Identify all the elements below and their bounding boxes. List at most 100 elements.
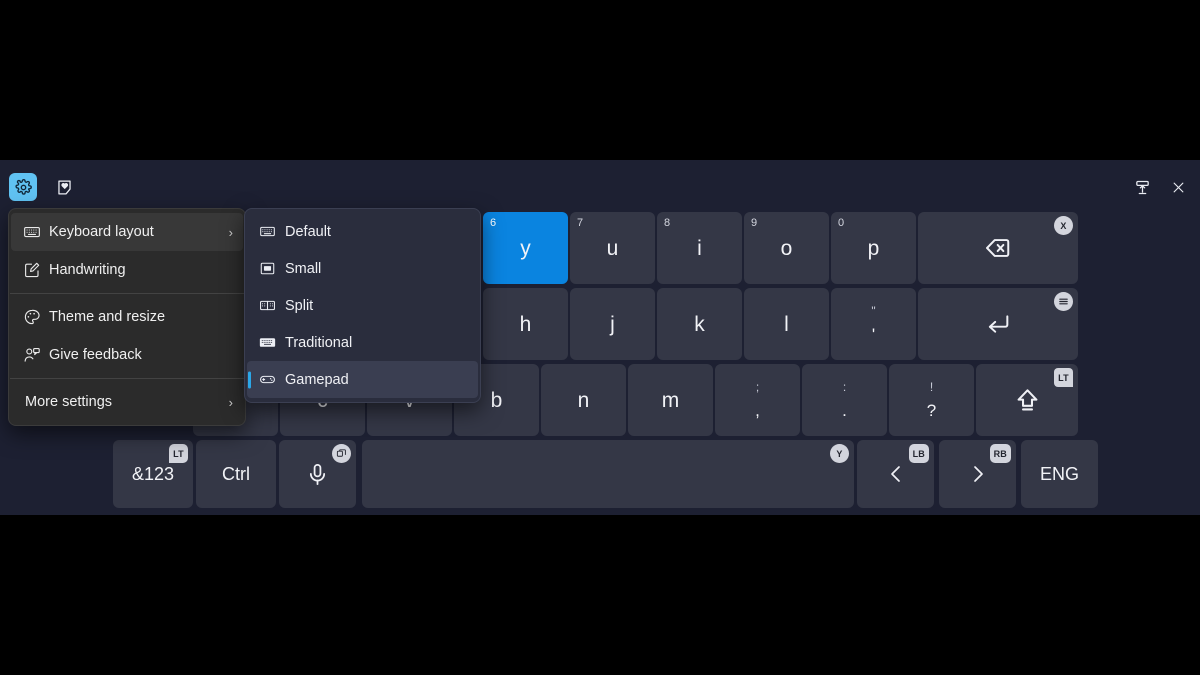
gamepad-hint-badge-menu (1054, 292, 1073, 311)
gamepad-hint-badge-x: X (1054, 216, 1073, 235)
key-label: y (520, 236, 531, 260)
key-number-label: 8 (664, 217, 671, 229)
key-label: &123 (131, 464, 175, 484)
key-h[interactable]: h (483, 288, 568, 360)
menu-separator (10, 378, 244, 379)
key-n[interactable]: n (541, 364, 626, 436)
key-label: i (697, 236, 702, 260)
keyboard-traditional-icon (259, 334, 285, 351)
key-number-label: 9 (751, 217, 758, 229)
key-label: b (490, 388, 503, 412)
key-primary-label: . (842, 401, 847, 420)
gamepad-hint-badge-lb: LB (908, 444, 929, 463)
menu-item-label: Theme and resize (49, 309, 166, 325)
key-eng[interactable]: ENG (1021, 440, 1098, 508)
key-colon[interactable]: :. (802, 364, 887, 436)
key-secondary-label: ; (755, 380, 760, 394)
key-label: ENG (1039, 464, 1079, 484)
key-number-label: 0 (838, 217, 845, 229)
key-m[interactable]: m (628, 364, 713, 436)
key-y[interactable]: 6y (483, 212, 568, 284)
key-primary-label: ? (926, 401, 937, 420)
keyboard-icon (23, 223, 49, 241)
submenu-item-label: Small (285, 260, 322, 277)
key-label: p (867, 236, 880, 260)
key-ctrl[interactable]: Ctrl (196, 440, 276, 508)
feedback-icon (23, 346, 49, 364)
key-number-label: 7 (577, 217, 584, 229)
key-right[interactable]: RB (939, 440, 1016, 508)
chevron-left-icon (884, 462, 908, 486)
key-label: u (606, 236, 619, 260)
key-number-label: 6 (490, 217, 497, 229)
key-mic[interactable] (279, 440, 356, 508)
key-k[interactable]: k (657, 288, 742, 360)
gamepad-hint-badge-y: Y (830, 444, 849, 463)
submenu-item-gamepad[interactable]: Gamepad (247, 361, 478, 398)
key-j[interactable]: j (570, 288, 655, 360)
keyboard-layout-submenu: Default Small Split Traditional Gamepad (244, 208, 481, 403)
dock-keyboard-icon[interactable] (1128, 173, 1156, 201)
key-label: j (610, 312, 615, 336)
submenu-item-traditional[interactable]: Traditional (247, 324, 478, 361)
submenu-item-default[interactable]: Default (247, 213, 478, 250)
settings-context-menu: Keyboard layout › Handwriting Theme and res… (8, 208, 246, 426)
menu-item-label: More settings (25, 394, 113, 410)
gear-icon[interactable] (9, 173, 37, 201)
key-backspace[interactable]: X (918, 212, 1078, 284)
submenu-item-label: Traditional (285, 334, 353, 351)
key-space[interactable]: Y (362, 440, 854, 508)
gamepad-hint-badge-lt: LT (169, 444, 188, 463)
emoji-sticker-icon[interactable] (50, 173, 78, 201)
menu-item-theme-and-resize[interactable]: Theme and resize (11, 298, 243, 336)
key-label: m (661, 388, 680, 412)
selection-indicator (248, 371, 251, 388)
key-i[interactable]: 8i (657, 212, 742, 284)
gamepad-hint-badge-copilot (332, 444, 351, 463)
key-enter[interactable] (918, 288, 1078, 360)
backspace-icon (984, 234, 1012, 262)
enter-icon (984, 310, 1012, 338)
key-p[interactable]: 0p (831, 212, 916, 284)
menu-item-handwriting[interactable]: Handwriting (11, 251, 243, 289)
key-u[interactable]: 7u (570, 212, 655, 284)
menu-item-give-feedback[interactable]: Give feedback (11, 336, 243, 374)
key-question[interactable]: !? (889, 364, 974, 436)
key-secondary-label: " (871, 304, 876, 318)
key-o[interactable]: 9o (744, 212, 829, 284)
key-semicolon[interactable]: ;, (715, 364, 800, 436)
key-label: o (780, 236, 793, 260)
key-shift[interactable]: LT (976, 364, 1078, 436)
close-icon[interactable] (1164, 173, 1192, 201)
menu-item-label: Handwriting (49, 262, 126, 278)
menu-item-label: Give feedback (49, 347, 142, 363)
pen-edit-icon (23, 261, 49, 279)
gamepad-hint-badge-lt: LT (1054, 368, 1073, 387)
key-left[interactable]: LB (857, 440, 934, 508)
menu-separator (10, 293, 244, 294)
key-secondary-label: : (842, 380, 847, 394)
key-primary-label: , (755, 401, 760, 420)
keyboard-small-icon (259, 260, 285, 277)
submenu-item-small[interactable]: Small (247, 250, 478, 287)
menu-item-keyboard-layout[interactable]: Keyboard layout › (11, 213, 243, 251)
microphone-icon (305, 462, 330, 487)
chevron-right-icon: › (228, 394, 233, 410)
menu-item-more-settings[interactable]: More settings › (11, 383, 243, 421)
submenu-item-label: Split (285, 297, 314, 314)
key-label: Ctrl (222, 464, 250, 484)
submenu-item-split[interactable]: Split (247, 287, 478, 324)
chevron-right-icon (966, 462, 990, 486)
gamepad-icon (259, 371, 285, 388)
key-num-symbols[interactable]: &123 LT (113, 440, 193, 508)
key-label: n (577, 388, 590, 412)
key-primary-label: ' (871, 325, 876, 344)
key-l[interactable]: l (744, 288, 829, 360)
shift-icon (1013, 386, 1042, 415)
palette-icon (23, 308, 49, 326)
key-apostrophe[interactable]: " ' (831, 288, 916, 360)
keyboard-default-icon (259, 223, 285, 240)
menu-item-label: Keyboard layout (49, 224, 154, 240)
gamepad-hint-badge-rb: RB (989, 444, 1011, 463)
keyboard-split-icon (259, 297, 285, 314)
